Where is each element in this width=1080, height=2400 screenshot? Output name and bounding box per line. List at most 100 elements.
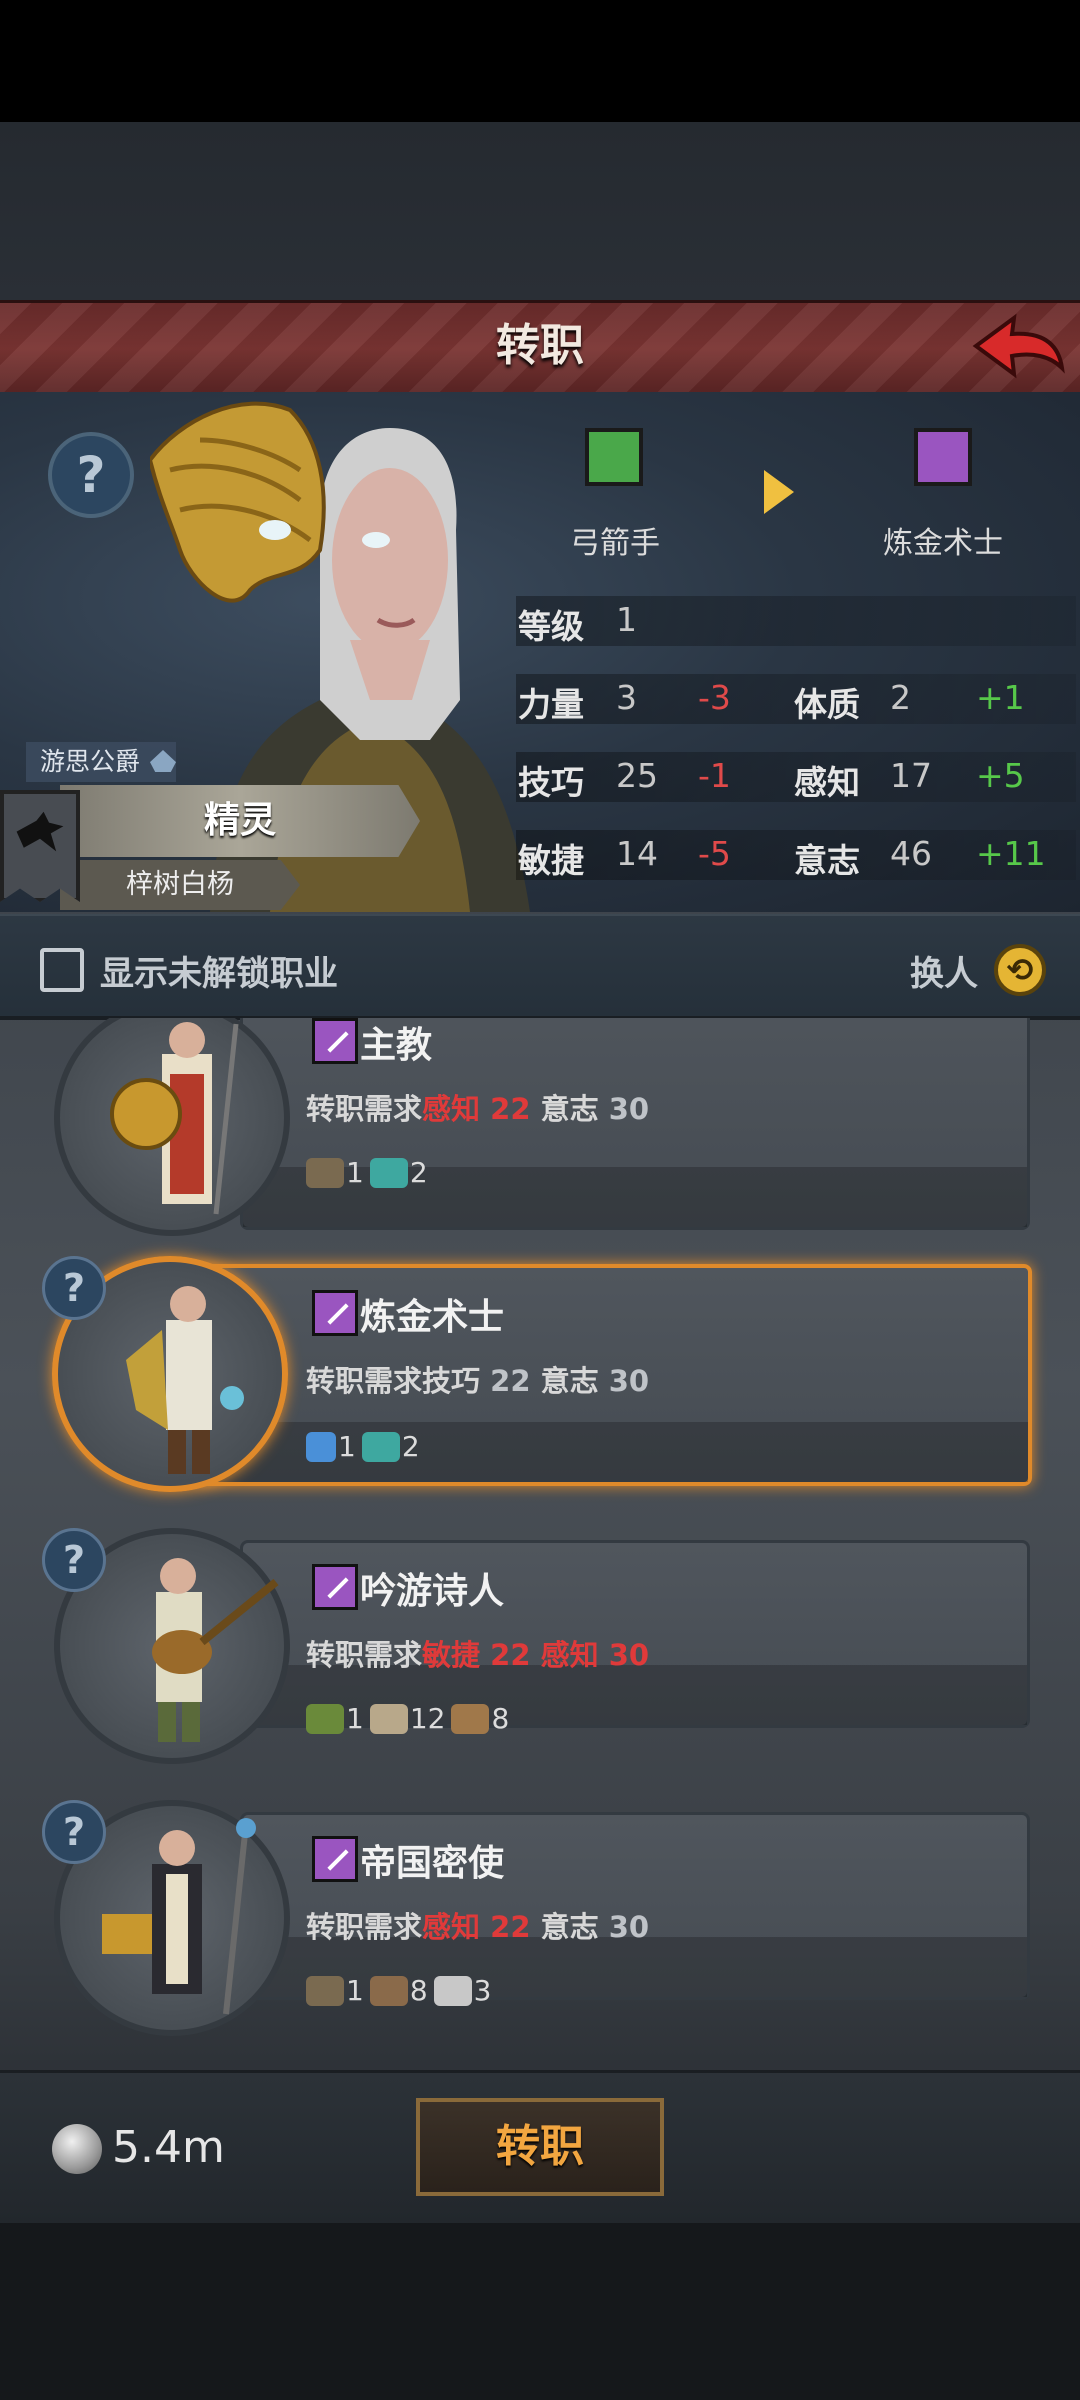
material-count: 1 [346, 1974, 364, 2007]
req-stat: 意志 [540, 1364, 599, 1398]
wood-log-icon [451, 1703, 490, 1734]
show-locked-checkbox[interactable] [40, 948, 84, 992]
material-count: 2 [409, 1156, 428, 1189]
req-label: 转职需求 [306, 1364, 423, 1398]
envoy-figure [102, 1818, 256, 2015]
potion-icon [306, 1431, 336, 1462]
archer-class-icon [585, 428, 643, 486]
help-icon[interactable]: ? [42, 1256, 106, 1320]
alchemist-class-icon [914, 428, 972, 486]
bishop-figure [110, 1022, 239, 1215]
req-value: 30 [608, 1364, 650, 1398]
class-requirement: 转职需求感知 22 意志 30 [306, 1904, 649, 1946]
scroll-icon [361, 1431, 400, 1462]
req-value: 22 [490, 1910, 531, 1944]
stat-delta: +5 [976, 756, 1025, 795]
stat-name: 力量 [518, 685, 584, 724]
status-area [0, 0, 1080, 122]
leaf-icon [306, 1703, 344, 1734]
parchment-icon [369, 1703, 408, 1734]
class-name: 炼金术士 [360, 1297, 505, 1338]
arrow-right-icon [764, 470, 794, 514]
pearls-icon [433, 1975, 472, 2006]
class-change-button[interactable]: 转职 [416, 2098, 664, 2196]
materials: 1 12 8 [306, 1702, 515, 1735]
stat-name: 敏捷 [518, 841, 584, 880]
character-name: 梓树白杨 [60, 860, 300, 910]
req-stat: 意志 [540, 1092, 599, 1126]
pouch-icon [369, 1975, 408, 2006]
materials: 1 8 3 [306, 1974, 497, 2007]
switch-character-label[interactable]: 换人 [910, 946, 978, 995]
req-value: 30 [608, 1910, 650, 1944]
currency-amount: 5.4m [112, 2122, 225, 2173]
req-label: 转职需求 [306, 1638, 423, 1672]
stat-level-value: 1 [616, 600, 637, 639]
stat-name: 技巧 [518, 763, 584, 802]
req-label: 转职需求 [306, 1092, 423, 1126]
staff-class-icon [312, 1018, 358, 1064]
material-count: 2 [401, 1430, 420, 1463]
back-button[interactable] [968, 306, 1068, 386]
raven-banner-icon [0, 790, 80, 902]
material-count: 8 [409, 1974, 428, 2007]
req-value: 22 [490, 1638, 531, 1672]
stat-delta: +1 [976, 678, 1025, 717]
material-count: 3 [473, 1974, 492, 2007]
class-name: 吟游诗人 [360, 1571, 505, 1612]
help-icon[interactable]: ? [42, 1528, 106, 1592]
silver-coin-icon [52, 2124, 102, 2174]
staff-class-icon [312, 1564, 358, 1610]
class-name: 帝国密使 [360, 1843, 505, 1884]
material-count: 1 [338, 1430, 356, 1463]
req-stat: 感知 [422, 1092, 481, 1126]
req-stat: 意志 [540, 1910, 599, 1944]
race-plate: 精灵 [60, 785, 420, 857]
material-count: 1 [346, 1156, 364, 1189]
page-title: 转职 [496, 320, 584, 371]
current-class-label: 弓箭手 [570, 526, 660, 561]
stat-value: 2 [890, 678, 911, 717]
alchemist-figure [126, 1286, 244, 1474]
materials: 1 2 [306, 1156, 434, 1189]
stat-delta: -5 [698, 834, 731, 873]
req-stat: 感知 [422, 1910, 481, 1944]
req-value: 30 [608, 1638, 650, 1672]
class-list[interactable]: 主教 转职需求感知 22 意志 30 1 2 ? 炼金术士 转职需求技巧 22 … [0, 1018, 1080, 2070]
stat-value: 46 [890, 834, 932, 873]
target-class-label: 炼金术士 [883, 526, 1003, 561]
material-count: 12 [409, 1702, 446, 1735]
stat-value: 17 [890, 756, 932, 795]
stat-row-bg [516, 596, 1076, 646]
staff-class-icon [312, 1290, 358, 1336]
ring-icon [306, 1157, 344, 1188]
class-name: 主教 [360, 1025, 433, 1066]
show-locked-label[interactable]: 显示未解锁职业 [100, 946, 338, 995]
req-label: 转职需求 [306, 1910, 423, 1944]
stat-value: 14 [616, 834, 658, 873]
class-requirement: 转职需求技巧 22 意志 30 [306, 1358, 649, 1400]
ring-icon [306, 1975, 344, 2006]
help-icon[interactable]: ? [48, 432, 134, 518]
swap-character-icon[interactable]: ⟲ [994, 944, 1046, 996]
req-stat: 感知 [540, 1638, 599, 1672]
back-arrow-icon [972, 313, 1065, 379]
bard-figure [152, 1558, 279, 1742]
stat-level-label: 等级 [518, 607, 584, 646]
stat-delta: +11 [976, 834, 1046, 873]
class-requirement: 转职需求感知 22 意志 30 [306, 1086, 649, 1128]
stat-delta: -1 [698, 756, 731, 795]
stat-name: 体质 [794, 685, 860, 724]
stat-name: 意志 [794, 841, 860, 880]
bottom-area [0, 2220, 1080, 2400]
class-requirement: 转职需求敏捷 22 感知 30 [306, 1632, 649, 1674]
materials: 1 2 [306, 1430, 426, 1463]
stat-delta: -3 [698, 678, 731, 717]
req-value: 22 [490, 1092, 531, 1126]
req-value: 30 [608, 1092, 650, 1126]
material-count: 1 [346, 1702, 364, 1735]
staff-class-icon [312, 1836, 358, 1882]
stat-name: 感知 [794, 763, 860, 802]
req-stat: 技巧 [422, 1364, 481, 1398]
req-value: 22 [490, 1364, 531, 1398]
